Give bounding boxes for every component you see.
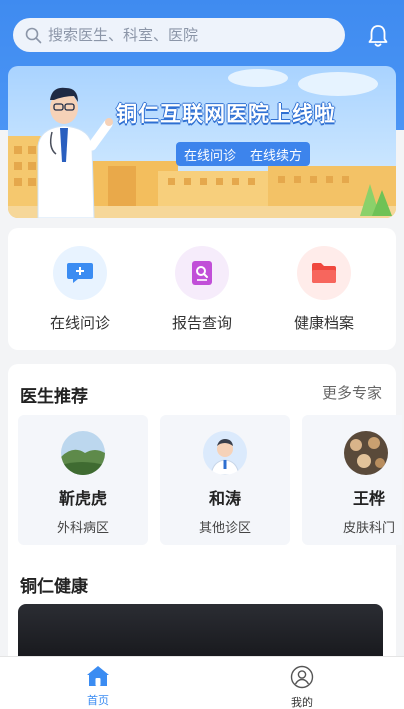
- service-icon-bg: [297, 246, 351, 300]
- folder-icon: [312, 263, 336, 283]
- doctor-card[interactable]: 靳虎虎 外科病区: [18, 415, 148, 545]
- service-online-consult[interactable]: 在线问诊: [30, 246, 130, 333]
- service-label: 报告查询: [171, 314, 232, 332]
- doctor-name: 靳虎虎: [58, 489, 107, 508]
- doctor-name: 和涛: [208, 489, 241, 508]
- search-input[interactable]: [48, 26, 328, 44]
- service-report-query[interactable]: 报告查询: [152, 246, 252, 333]
- doctor-department: 外科病区: [56, 521, 109, 536]
- doctor-card[interactable]: 王桦 皮肤科门: [302, 415, 402, 545]
- banner-tag-online-consult: 在线问诊: [184, 148, 237, 164]
- search-icon: [25, 27, 42, 43]
- home-icon: [87, 666, 109, 686]
- service-label: 健康档案: [293, 314, 354, 332]
- avatar: [61, 431, 105, 475]
- promo-banner[interactable]: 铜仁互联网医院上线啦 在线问诊 在线续方: [8, 66, 396, 218]
- tab-label: 我的: [291, 696, 313, 709]
- doctor-department: 皮肤科门: [342, 521, 395, 536]
- banner-tags: 在线问诊 在线续方: [176, 142, 311, 166]
- avatar: [203, 431, 247, 475]
- health-video-thumbnail[interactable]: [18, 604, 383, 664]
- tab-home[interactable]: 首页: [68, 665, 128, 708]
- section-title: 铜仁健康: [20, 577, 88, 597]
- search-bar[interactable]: [13, 18, 345, 52]
- banner-tag-online-prescription: 在线续方: [250, 148, 303, 164]
- service-health-records[interactable]: 健康档案: [274, 246, 374, 333]
- more-experts-link[interactable]: 更多专家: [322, 382, 382, 403]
- services-panel: 在线问诊 报告查询 健康档案: [8, 228, 396, 350]
- service-icon-bg: [53, 246, 107, 300]
- service-label: 在线问诊: [49, 314, 110, 332]
- chat-bubble-plus-icon: [67, 263, 93, 283]
- doctor-name: 王桦: [352, 489, 385, 508]
- avatar: [344, 431, 388, 475]
- doctor-card[interactable]: 和涛 其他诊区: [160, 415, 290, 545]
- banner-title: 铜仁互联网医院上线啦: [116, 102, 336, 126]
- tab-label: 首页: [87, 694, 109, 707]
- bell-icon[interactable]: [364, 22, 392, 50]
- user-icon: [290, 665, 314, 689]
- doctor-recommendations: 医生推荐 更多专家 靳虎虎 外科病区 和涛 其他诊区 王桦 皮肤科门: [8, 364, 402, 564]
- report-search-icon: [192, 261, 212, 285]
- service-icon-bg: [175, 246, 229, 300]
- doctor-department: 其他诊区: [198, 521, 251, 536]
- tab-profile[interactable]: 我的: [272, 665, 332, 709]
- section-title: 医生推荐: [20, 387, 88, 407]
- bottom-tab-bar: 首页 我的: [0, 656, 404, 709]
